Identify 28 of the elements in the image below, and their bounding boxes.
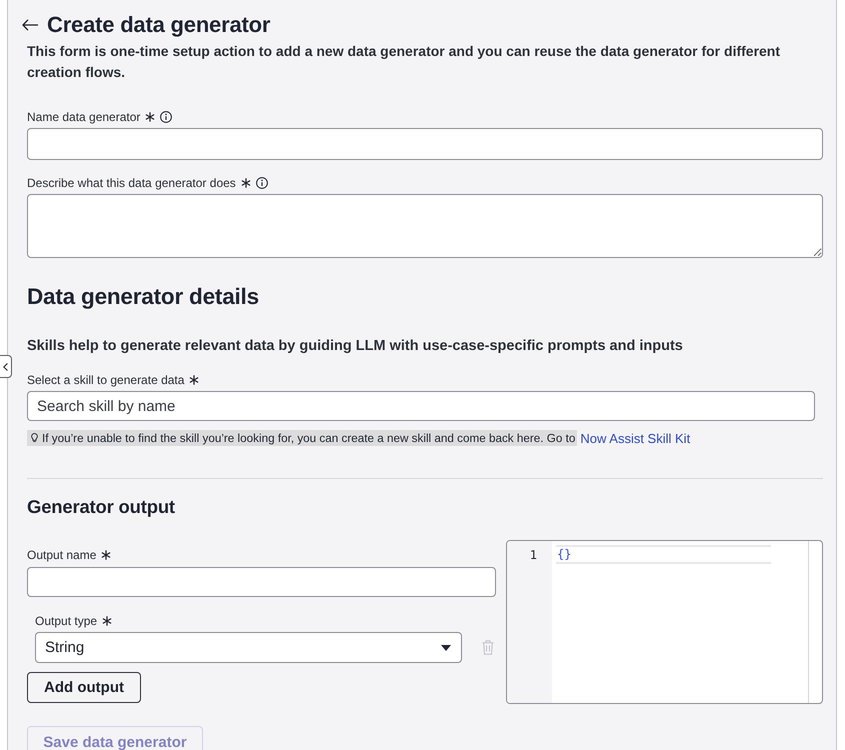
field-label: Name data generator [27, 110, 140, 124]
collapse-button[interactable] [0, 355, 12, 378]
output-type-select[interactable]: String [35, 632, 462, 663]
field-label: Select a skill to generate data [27, 373, 184, 387]
field-label: Describe what this data generator does [27, 176, 236, 190]
line-number: 1 [528, 547, 537, 564]
skill-kit-link[interactable]: Now Assist Skill Kit [580, 430, 690, 446]
code-line: {} [556, 545, 771, 564]
output-name-input[interactable] [27, 567, 496, 597]
description-textarea[interactable] [27, 194, 823, 258]
field-label: Output type [35, 614, 98, 628]
add-output-button[interactable]: Add output [27, 672, 141, 703]
section-intro: Skills help to generate relevant data by guiding LLM with use-case-specific prompts and inputs [27, 337, 683, 356]
page-description: This form is one-time setup action to add a new data generator and you can reuse the data generator for different creation flows. [27, 42, 782, 82]
hint-text: If you’re unable to find the skill you’re looking for, you can create a new skill and come back here. Go to [42, 432, 576, 444]
caret-down-icon [441, 644, 451, 650]
section-heading: Generator output [27, 495, 175, 519]
skill-search-field[interactable]: Search skill by name [27, 391, 815, 421]
field-label: Output name [27, 548, 96, 562]
arrow-left-icon[interactable] [22, 19, 38, 31]
chevron-left-icon [3, 362, 8, 370]
lightbulb-icon [31, 433, 38, 443]
section-heading: Data generator details [27, 283, 259, 311]
name-input[interactable] [27, 128, 823, 160]
code-editor[interactable]: 1 {} [506, 540, 823, 704]
info-icon[interactable] [256, 177, 268, 189]
page-title: Create data generator [47, 12, 270, 38]
info-icon[interactable] [160, 111, 172, 123]
